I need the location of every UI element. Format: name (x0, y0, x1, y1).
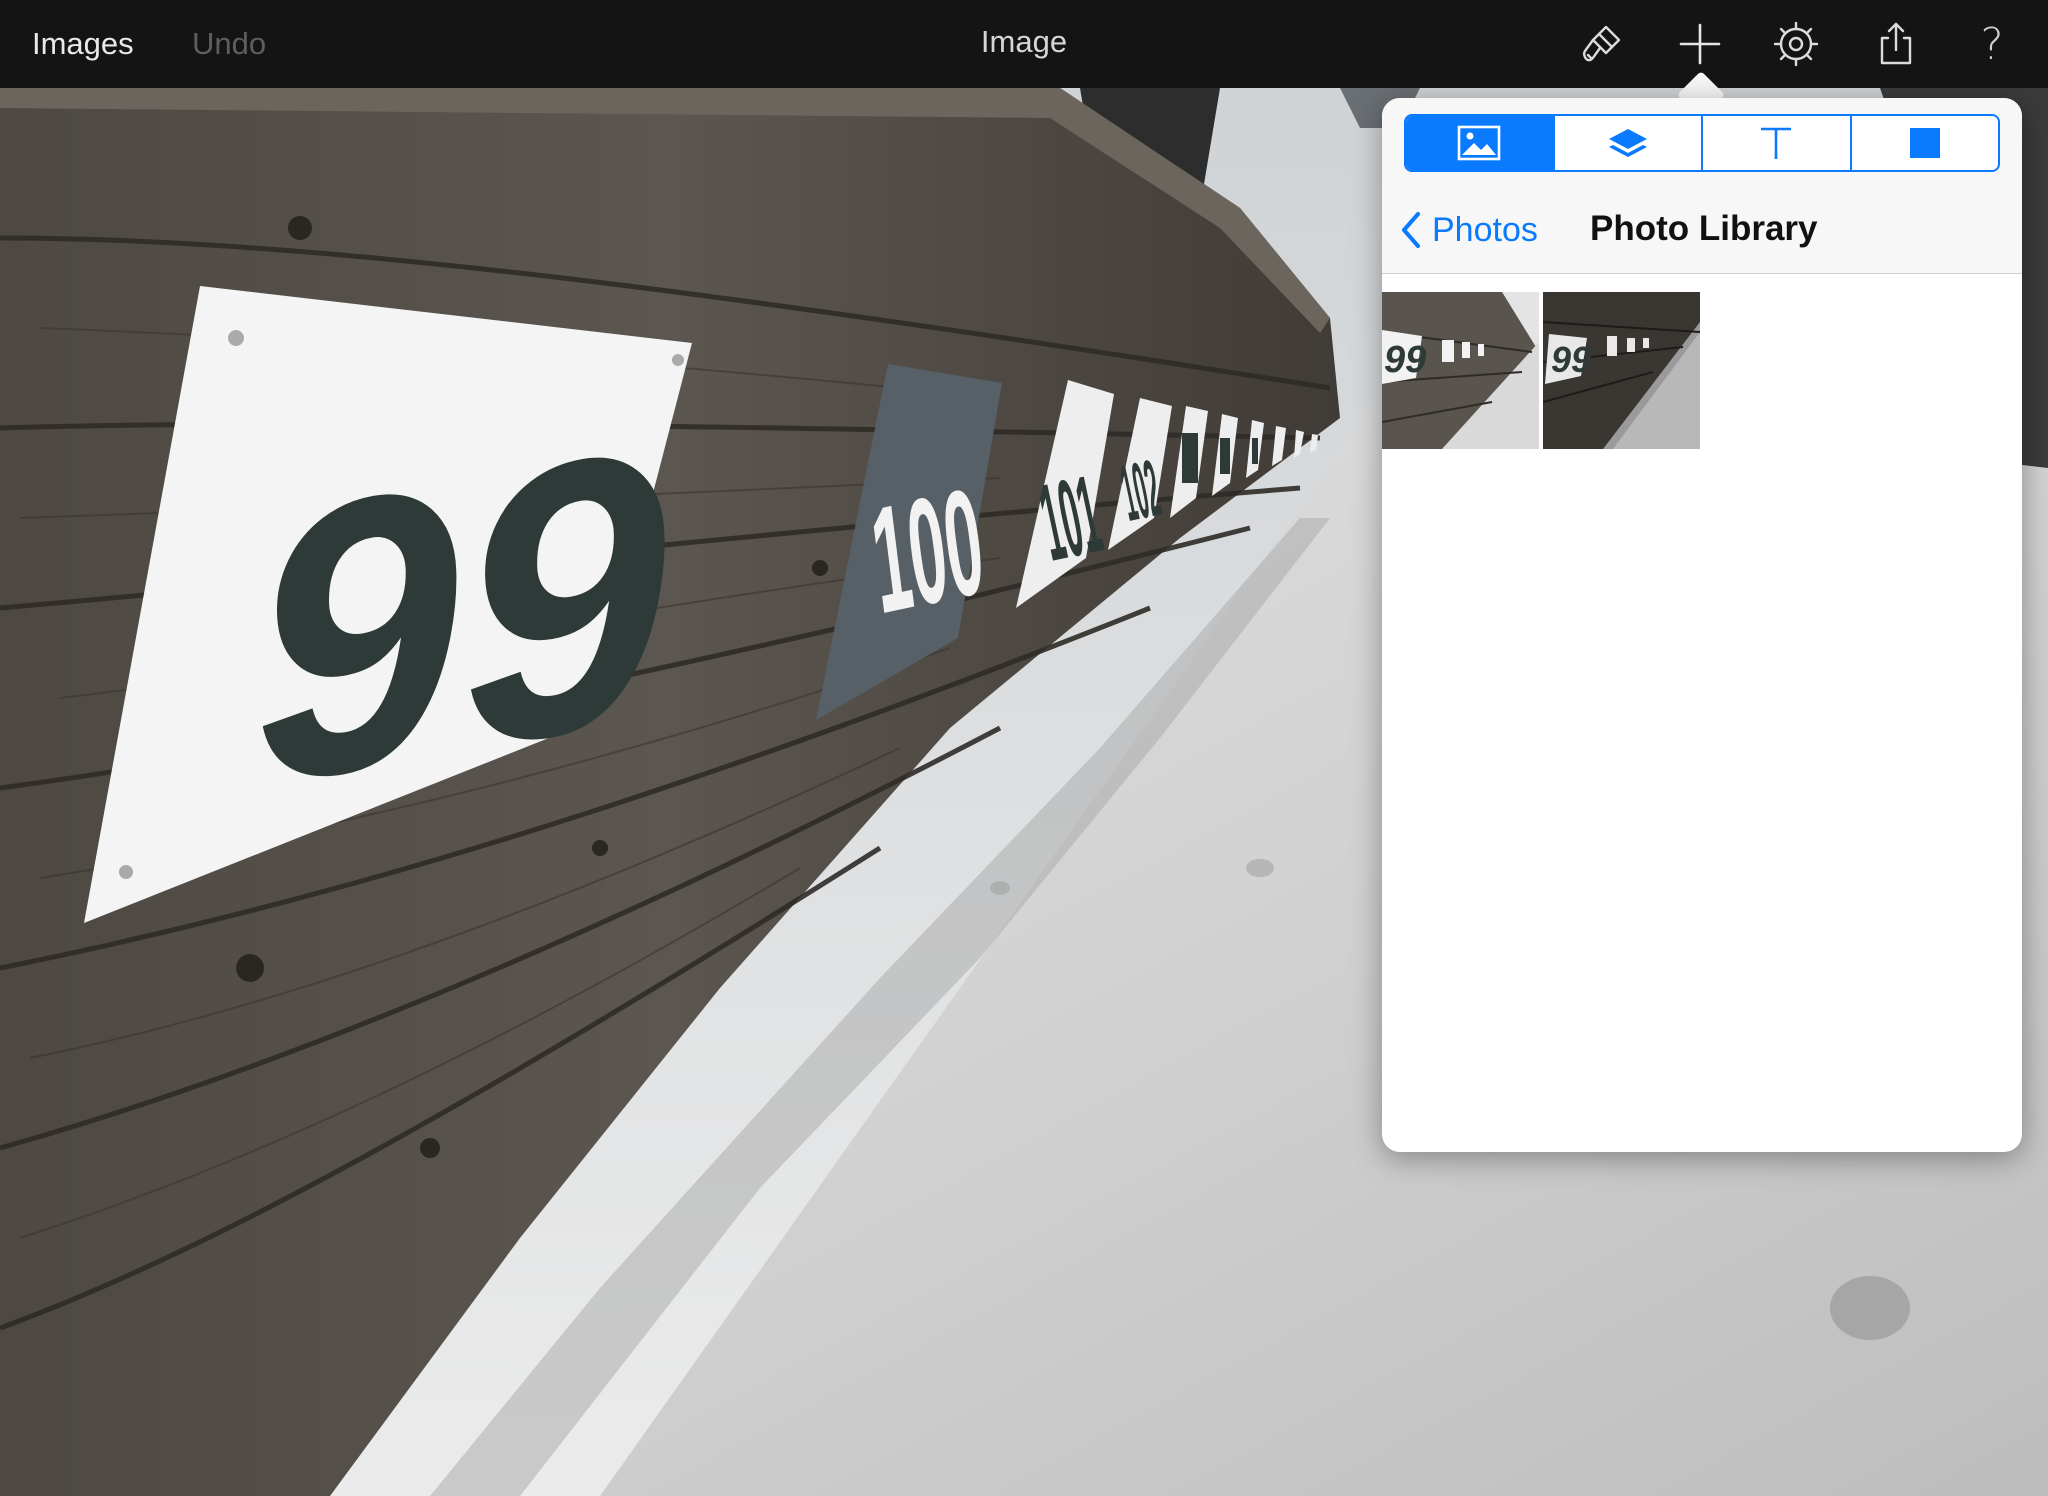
help-glyph: ? (1980, 18, 2004, 70)
segment-text[interactable] (1701, 116, 1850, 170)
back-label: Photos (1432, 210, 1538, 249)
photo-thumbnail[interactable]: 99 (1382, 292, 1539, 449)
chevron-left-icon (1402, 212, 1420, 248)
image-icon (1457, 125, 1501, 161)
help-icon[interactable]: ? (1962, 14, 2022, 74)
segment-layers[interactable] (1552, 116, 1702, 170)
gear-icon[interactable] (1766, 14, 1826, 74)
layers-icon (1608, 129, 1647, 157)
sign-99-text: 99 (244, 365, 678, 868)
photo-thumbnail[interactable]: 99 (1543, 292, 1700, 449)
top-toolbar: Images Undo Image ? (0, 0, 2048, 88)
document-title: Image (980, 24, 1068, 59)
popover-header: Photos Photo Library (1382, 98, 2022, 274)
photos-back-button[interactable]: Photos (1398, 208, 1538, 252)
insert-type-segmented-control (1404, 114, 2000, 172)
text-icon (1761, 127, 1792, 159)
undo-button[interactable]: Undo (192, 24, 266, 64)
brush-icon[interactable] (1572, 14, 1632, 74)
images-button[interactable]: Images (32, 24, 134, 64)
thumb-2-number: 99 (1551, 339, 1591, 380)
share-icon[interactable] (1866, 14, 1926, 74)
plus-icon[interactable] (1670, 14, 1730, 74)
photo-grid: 99 99 (1382, 292, 1700, 449)
popover-title: Photo Library (1590, 209, 1818, 248)
segment-image[interactable] (1406, 116, 1553, 170)
insert-popover: Photos Photo Library 99 99 (1382, 98, 2022, 1152)
thumb-1-number: 99 (1384, 339, 1426, 381)
segment-shape[interactable] (1849, 116, 1999, 170)
shape-icon (1909, 128, 1940, 158)
